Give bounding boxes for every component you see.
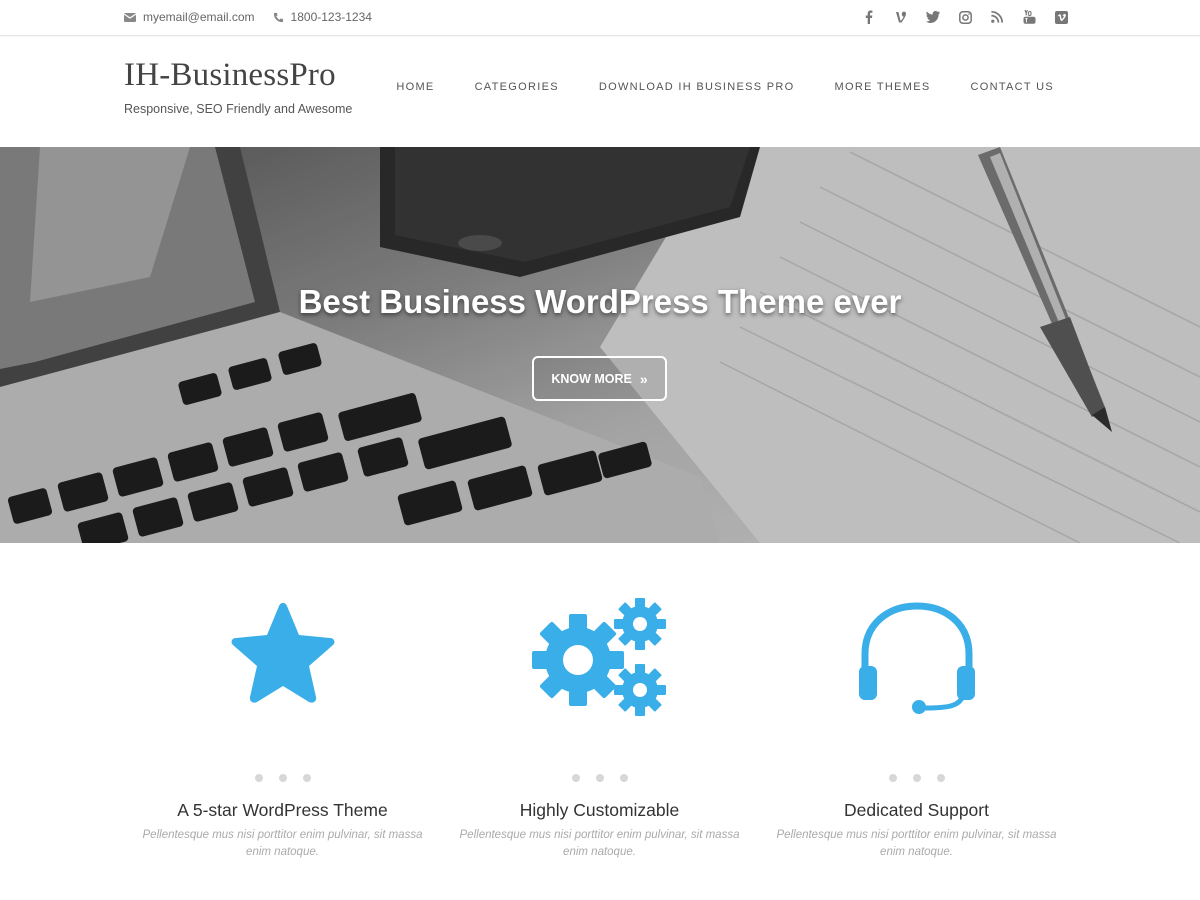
hero-background-image xyxy=(0,147,1200,543)
feature-card: Dedicated Support Pellentesque mus nisi … xyxy=(758,590,1075,890)
vimeo-icon[interactable] xyxy=(1054,10,1068,24)
email-text: myemail@email.com xyxy=(143,10,255,24)
social-links xyxy=(844,10,1068,24)
feature-title: A 5-star WordPress Theme xyxy=(177,800,388,820)
divider-dots xyxy=(441,774,758,782)
divider-dots xyxy=(758,774,1075,782)
top-bar: myemail@email.com 1800-123-1234 xyxy=(0,0,1200,36)
features-section: A 5-star WordPress Theme Pellentesque mu… xyxy=(124,590,1076,890)
gears-icon xyxy=(441,590,758,720)
twitter-icon[interactable] xyxy=(926,10,940,24)
instagram-icon[interactable] xyxy=(958,10,972,24)
facebook-icon[interactable] xyxy=(862,10,876,24)
phone-icon xyxy=(273,12,283,22)
site-tagline: Responsive, SEO Friendly and Awesome xyxy=(124,102,353,116)
know-more-label: KNOW MORE xyxy=(551,371,632,386)
site-header: IH-BusinessPro Responsive, SEO Friendly … xyxy=(0,37,1200,147)
nav-item-download[interactable]: DOWNLOAD IH BUSINESS PRO xyxy=(599,81,795,93)
headset-icon xyxy=(758,590,1075,720)
nav-item-home[interactable]: HOME xyxy=(396,81,434,93)
vine-icon[interactable] xyxy=(894,10,908,24)
nav-item-contact[interactable]: CONTACT US xyxy=(971,81,1055,93)
feature-card: A 5-star WordPress Theme Pellentesque mu… xyxy=(124,590,441,890)
star-icon xyxy=(124,590,441,720)
brand: IH-BusinessPro Responsive, SEO Friendly … xyxy=(124,57,352,116)
feature-title: Dedicated Support xyxy=(844,800,989,820)
nav-item-more-themes[interactable]: MORE THEMES xyxy=(835,81,931,93)
phone-text: 1800-123-1234 xyxy=(290,10,372,24)
hero-heading: Best Business WordPress Theme ever xyxy=(298,283,902,320)
rss-icon[interactable] xyxy=(990,10,1004,24)
feature-description: Pellentesque mus nisi porttitor enim pul… xyxy=(142,829,423,858)
know-more-button[interactable]: KNOW MORE » xyxy=(532,356,667,401)
feature-title: Highly Customizable xyxy=(519,800,680,820)
main-nav: HOME CATEGORIES DOWNLOAD IH BUSINESS PRO… xyxy=(356,81,1054,93)
email-item[interactable]: myemail@email.com xyxy=(124,10,255,24)
contact-info: myemail@email.com 1800-123-1234 xyxy=(124,10,390,24)
hero-banner: Best Business WordPress Theme ever KNOW … xyxy=(0,147,1200,543)
feature-description: Pellentesque mus nisi porttitor enim pul… xyxy=(459,829,740,858)
phone-item[interactable]: 1800-123-1234 xyxy=(273,10,372,24)
divider-dots xyxy=(124,774,441,782)
youtube-icon[interactable] xyxy=(1022,10,1036,24)
double-chevron-right-icon: » xyxy=(639,370,648,387)
feature-card: Highly Customizable Pellentesque mus nis… xyxy=(441,590,758,890)
site-title[interactable]: IH-BusinessPro xyxy=(124,57,352,94)
nav-item-categories[interactable]: CATEGORIES xyxy=(475,81,559,93)
feature-description: Pellentesque mus nisi porttitor enim pul… xyxy=(776,829,1057,858)
envelope-icon xyxy=(124,13,136,22)
